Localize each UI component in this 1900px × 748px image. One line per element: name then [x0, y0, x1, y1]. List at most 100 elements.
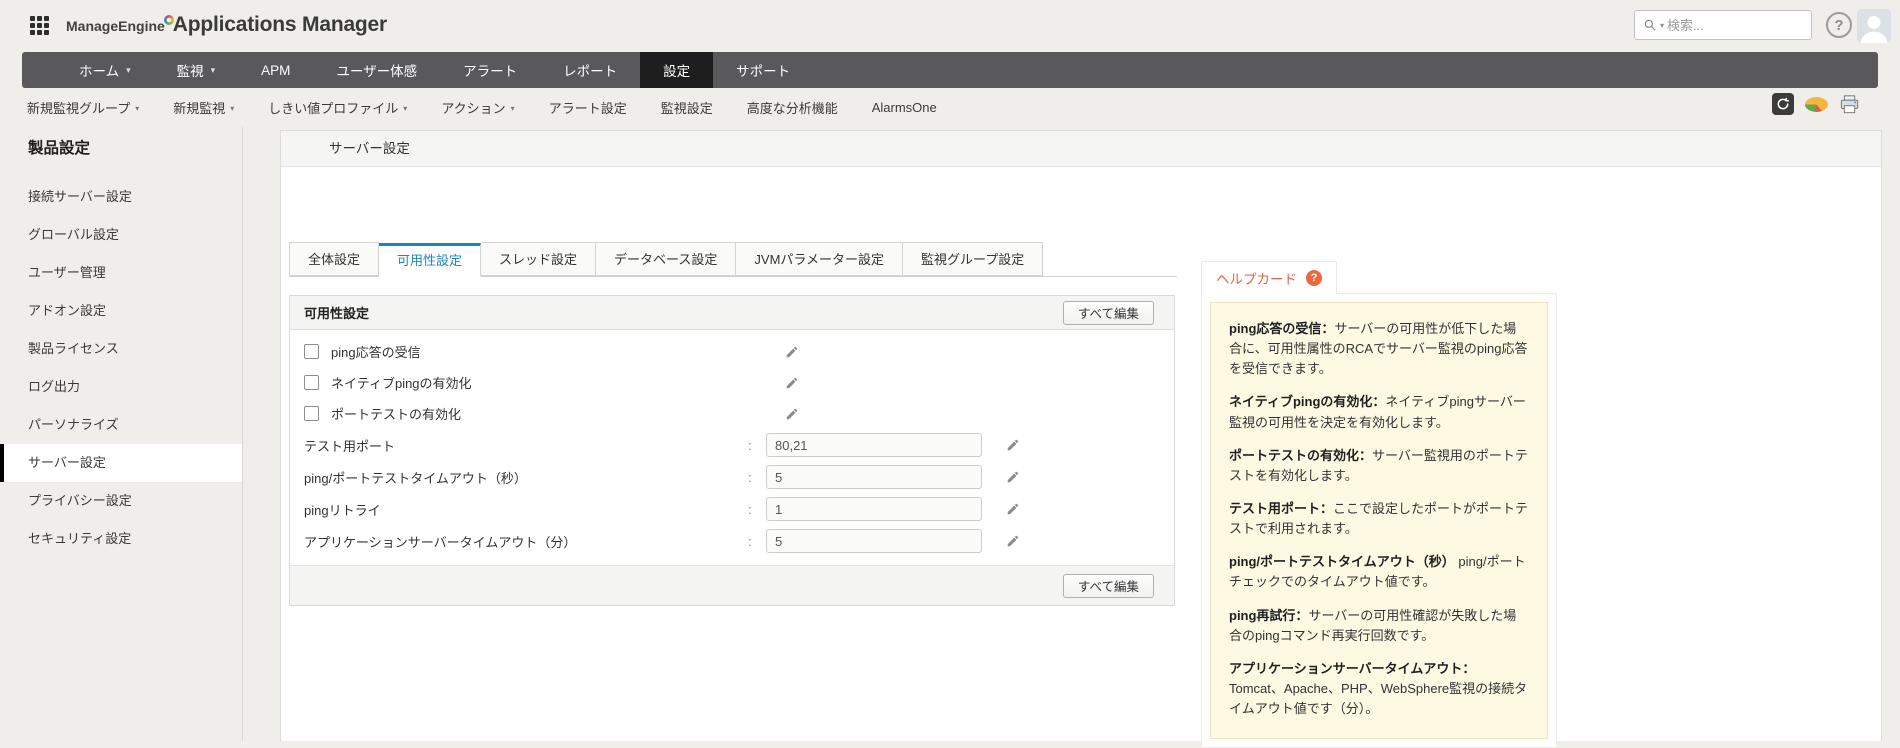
- nav-item-apm[interactable]: APM: [238, 52, 313, 88]
- row-ping-port-timeout: ping/ポートテストタイムアウト（秒） :: [290, 461, 1174, 493]
- edit-pencil-icon[interactable]: [1006, 534, 1020, 548]
- toolbar-actions[interactable]: アクション ▾: [424, 98, 531, 117]
- toolbar-new-monitor[interactable]: 新規監視 ▾: [156, 98, 251, 117]
- edit-pencil-icon[interactable]: [1006, 502, 1020, 516]
- nav-item-home[interactable]: ホーム ▾: [56, 52, 154, 88]
- row-test-port: テスト用ポート :: [290, 429, 1174, 461]
- sidebar-item-security-settings[interactable]: セキュリティ設定: [0, 520, 242, 558]
- edit-pencil-icon[interactable]: [785, 345, 799, 359]
- help-card: ヘルプカード ? ping応答の受信：サーバーの可用性が低下した場合に、可用性属…: [1201, 261, 1557, 748]
- nav-item-reports[interactable]: レポート: [540, 52, 640, 88]
- app-launcher-grid-icon[interactable]: [30, 16, 50, 36]
- toolbar-monitor-settings[interactable]: 監視設定: [644, 98, 730, 117]
- help-term: テスト用ポート：: [1229, 501, 1333, 516]
- sidebar-item-product-license[interactable]: 製品ライセンス: [0, 330, 242, 368]
- edit-pencil-icon[interactable]: [1006, 470, 1020, 484]
- global-search[interactable]: ▾: [1634, 10, 1812, 40]
- toolbar-advanced-analytics[interactable]: 高度な分析機能: [730, 98, 855, 117]
- manageengine-logo-text: ManageEngine: [66, 18, 165, 34]
- colon-separator: :: [748, 502, 752, 517]
- nav-item-monitoring[interactable]: 監視 ▾: [154, 52, 239, 88]
- colon-separator: :: [748, 534, 752, 549]
- action-toolbar: 新規監視グループ ▾ 新規監視 ▾ しきい値プロファイル ▾ アクション ▾ ア…: [22, 88, 954, 126]
- row-ping-retry: pingリトライ :: [290, 493, 1174, 525]
- pie-chart-icon[interactable]: [1805, 97, 1828, 112]
- nav-item-label: 監視: [177, 60, 204, 80]
- sidebar-item-addon-settings[interactable]: アドオン設定: [0, 292, 242, 330]
- panel-footer: すべて編集: [290, 565, 1174, 605]
- colon-separator: :: [748, 470, 752, 485]
- sidebar-item-connection-server-settings[interactable]: 接続サーバー設定: [0, 178, 242, 216]
- row-label: ポートテストの有効化: [331, 404, 461, 423]
- help-card-tab[interactable]: ヘルプカード ?: [1201, 261, 1337, 294]
- nav-item-support[interactable]: サポート: [713, 52, 813, 88]
- port-test-checkbox[interactable]: [304, 406, 319, 421]
- card-body: 全体設定 可用性設定 スレッド設定 データベース設定 JVMパラメーター設定 監…: [281, 167, 1881, 741]
- panel-title: 可用性設定: [304, 303, 369, 322]
- help-term: ping再試行：: [1229, 608, 1308, 623]
- main-content-card: サーバー設定 全体設定 可用性設定 スレッド設定 データベース設定 JVMパラメ…: [280, 130, 1882, 741]
- sidebar-item-user-management[interactable]: ユーザー管理: [0, 254, 242, 292]
- sidebar-item-global-settings[interactable]: グローバル設定: [0, 216, 242, 254]
- sidebar-item-privacy-settings[interactable]: プライバシー設定: [0, 482, 242, 520]
- row-label: アプリケーションサーバータイムアウト（分）: [304, 532, 576, 551]
- toolbar-item-label: しきい値プロファイル: [268, 98, 398, 117]
- tab-thread-settings[interactable]: スレッド設定: [481, 242, 596, 276]
- edit-pencil-icon[interactable]: [1006, 438, 1020, 452]
- person-icon: [1857, 9, 1891, 43]
- row-label: テスト用ポート: [304, 436, 395, 455]
- edit-all-button-top[interactable]: すべて編集: [1063, 301, 1154, 325]
- edit-pencil-icon[interactable]: [785, 376, 799, 390]
- row-label: pingリトライ: [304, 500, 381, 519]
- toolbar-item-label: アラート設定: [549, 98, 627, 117]
- print-icon[interactable]: [1839, 95, 1860, 114]
- toolbar-icons: [1772, 93, 1860, 115]
- edit-pencil-icon[interactable]: [785, 407, 799, 421]
- ping-retry-input[interactable]: [766, 497, 982, 521]
- brand: ManageEngine Applications Manager: [66, 13, 387, 37]
- ping-response-checkbox[interactable]: [304, 344, 319, 359]
- search-icon[interactable]: [1643, 18, 1657, 32]
- row-app-server-timeout: アプリケーションサーバータイムアウト（分） :: [290, 525, 1174, 557]
- chevron-down-icon: ▾: [230, 104, 234, 113]
- user-avatar[interactable]: [1857, 9, 1891, 43]
- tab-jvm-parameter-settings[interactable]: JVMパラメーター設定: [736, 242, 903, 276]
- row-label: ネイティブpingの有効化: [331, 373, 472, 392]
- toolbar-new-monitor-group[interactable]: 新規監視グループ ▾: [22, 98, 156, 117]
- sidebar-item-log-output[interactable]: ログ出力: [0, 368, 242, 406]
- app-server-timeout-input[interactable]: [766, 529, 982, 553]
- toolbar-alert-settings[interactable]: アラート設定: [532, 98, 644, 117]
- nav-item-alerts[interactable]: アラート: [440, 52, 540, 88]
- availability-settings-panel: 可用性設定 すべて編集 ping応答の受信 ネイティブpingの有効化: [289, 295, 1175, 606]
- toolbar-item-label: 監視設定: [661, 98, 713, 117]
- tab-availability-settings[interactable]: 可用性設定: [379, 243, 481, 277]
- sidebar-title: 製品設定: [28, 136, 242, 158]
- native-ping-checkbox[interactable]: [304, 375, 319, 390]
- tab-database-settings[interactable]: データベース設定: [596, 242, 736, 276]
- ping-port-timeout-input[interactable]: [766, 465, 982, 489]
- toolbar-threshold-profile[interactable]: しきい値プロファイル ▾: [251, 98, 424, 117]
- help-card-content: ping応答の受信：サーバーの可用性が低下した場合に、可用性属性のRCAでサーバ…: [1210, 302, 1548, 739]
- tab-monitor-group-settings[interactable]: 監視グループ設定: [903, 242, 1043, 276]
- test-port-input[interactable]: [766, 433, 982, 457]
- sidebar-item-server-settings[interactable]: サーバー設定: [0, 444, 242, 482]
- question-badge-icon[interactable]: ?: [1306, 270, 1322, 286]
- help-item: テスト用ポート：ここで設定したポートがポートテストで利用されます。: [1229, 499, 1529, 539]
- tab-overall-settings[interactable]: 全体設定: [289, 242, 379, 276]
- nav-item-user-experience[interactable]: ユーザー体感: [313, 52, 440, 88]
- toolbar-alarmsone[interactable]: AlarmsOne: [855, 100, 954, 115]
- edit-all-button-bottom[interactable]: すべて編集: [1063, 574, 1154, 598]
- nav-item-settings[interactable]: 設定: [640, 52, 713, 88]
- help-icon[interactable]: ?: [1826, 12, 1852, 38]
- aperture-icon[interactable]: [1772, 93, 1794, 115]
- search-input[interactable]: [1667, 18, 1803, 33]
- help-item: ping応答の受信：サーバーの可用性が低下した場合に、可用性属性のRCAでサーバ…: [1229, 319, 1529, 379]
- row-label: ping/ポートテストタイムアウト（秒）: [304, 468, 527, 487]
- chevron-down-icon: ▾: [511, 104, 515, 113]
- settings-tabs: 全体設定 可用性設定 スレッド設定 データベース設定 JVMパラメーター設定 監…: [289, 242, 1177, 277]
- toolbar-item-label: 新規監視グループ: [27, 98, 130, 117]
- app-title: Applications Manager: [173, 13, 387, 37]
- search-scope-caret-icon[interactable]: ▾: [1660, 21, 1664, 30]
- help-item: アプリケーションサーバータイムアウト：Tomcat、Apache、PHP、Web…: [1229, 659, 1529, 719]
- sidebar-item-personalize[interactable]: パーソナライズ: [0, 406, 242, 444]
